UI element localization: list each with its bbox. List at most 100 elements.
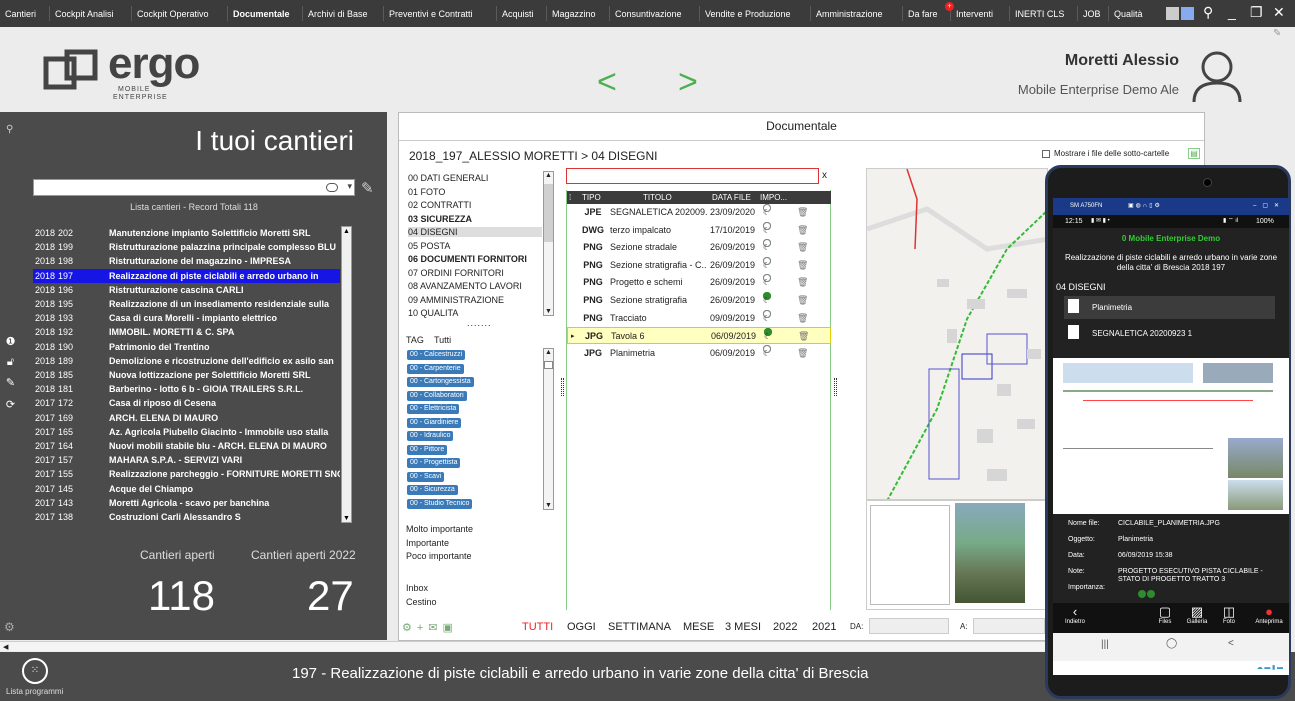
app-icon-1[interactable] bbox=[1166, 7, 1179, 20]
tag-pill[interactable]: 00 - Pittore bbox=[407, 444, 448, 455]
phone-file-item-1[interactable]: Planimetria bbox=[1064, 296, 1275, 319]
lock-icon[interactable]: 🔓︎ bbox=[4, 356, 17, 369]
restore-icon[interactable]: ❐ bbox=[1250, 4, 1263, 21]
tag-pill[interactable]: 00 - Collaboratori bbox=[407, 390, 467, 401]
trash-icon[interactable]: 🗑︎ bbox=[797, 257, 808, 274]
minimize-icon[interactable]: _ bbox=[1228, 4, 1236, 20]
tag-scrollbar[interactable]: ▲ ▼ bbox=[543, 348, 554, 510]
folder-item[interactable]: 02 CONTRATTI bbox=[408, 200, 471, 210]
menu-item-7[interactable]: Magazzino bbox=[552, 9, 596, 19]
file-row[interactable]: ▸ JPG Tavola 6 06/09/2019 ☾ 🗑︎ bbox=[567, 327, 831, 345]
file-row[interactable]: PNG Progetto e schemi 26/09/2019 ☾ 🗑︎ bbox=[567, 274, 831, 291]
phone-nav-0[interactable]: ‹ Indietro bbox=[1055, 605, 1095, 633]
tag-pill[interactable]: 00 - Idraulico bbox=[407, 431, 454, 441]
folder-item[interactable]: 06 DOCUMENTI FORNITORI bbox=[408, 254, 527, 264]
menu-item-12[interactable]: Interventi bbox=[956, 9, 993, 19]
folder-scrollbar[interactable]: ▲ ▼ bbox=[543, 171, 554, 316]
cantiere-row[interactable]: 2018 199 Ristrutturazione palazzina princi… bbox=[33, 240, 340, 254]
cantiere-row[interactable]: 2018 193 Casa di cura Morelli - impianto e… bbox=[33, 311, 340, 325]
info-icon[interactable]: ❶ bbox=[4, 336, 17, 349]
user-avatar-icon[interactable] bbox=[1190, 48, 1244, 104]
pin-icon[interactable]: ⚲ bbox=[6, 124, 13, 135]
file-row[interactable]: PNG Sezione stradale 26/09/2019 ☾ 🗑︎ bbox=[567, 239, 831, 256]
menu-item-9[interactable]: Vendite e Produzione bbox=[705, 9, 791, 19]
search-icon[interactable]: ⚲ bbox=[1203, 4, 1213, 21]
menu-item-14[interactable]: JOB bbox=[1083, 9, 1101, 19]
cantiere-row[interactable]: 2018 197 Realizzazione di piste ciclabili … bbox=[33, 268, 340, 283]
period-filter[interactable]: 2021 bbox=[812, 621, 836, 633]
folder-item[interactable]: 00 DATI GENERALI bbox=[408, 173, 488, 183]
date-to-input[interactable] bbox=[973, 618, 1045, 634]
period-filter[interactable]: SETTIMANA bbox=[608, 621, 671, 633]
phone-nav-3[interactable]: ◫ Foto bbox=[1209, 605, 1249, 633]
file-row[interactable]: PNG Sezione stratigrafia - C... 26/09/2019… bbox=[567, 256, 831, 274]
period-filter[interactable]: 2022 bbox=[773, 621, 797, 633]
col-date[interactable]: DATA FILE bbox=[712, 191, 751, 204]
col-type[interactable]: TIPO bbox=[582, 191, 601, 204]
tag-pill[interactable]: 00 - Progettista bbox=[407, 458, 461, 468]
subfolders-checkbox[interactable] bbox=[1042, 150, 1050, 158]
cantiere-row[interactable]: 2017 145 Acque del Chiampo bbox=[33, 482, 340, 496]
trash-icon[interactable]: 🗑︎ bbox=[797, 239, 808, 256]
trash-icon[interactable]: 🗑︎ bbox=[797, 292, 808, 309]
tag-pill[interactable]: 00 - Elettricista bbox=[407, 404, 460, 414]
next-arrow-icon[interactable]: > bbox=[678, 63, 698, 102]
period-filter[interactable]: OGGI bbox=[567, 621, 596, 633]
tag-pill[interactable]: 00 - Studio Tecnico bbox=[407, 498, 473, 509]
app-icon-2[interactable] bbox=[1181, 7, 1194, 20]
horizontal-scrollbar[interactable]: ◀ bbox=[0, 641, 1045, 651]
home-icon[interactable]: ◯ bbox=[1166, 638, 1177, 649]
splitter-left[interactable] bbox=[561, 378, 564, 396]
settings-icon[interactable]: ⚙ bbox=[4, 620, 15, 634]
cantiere-row[interactable]: 2017 157 MAHARA S.P.A. - SERVIZI VARI bbox=[33, 453, 340, 467]
inbox-link[interactable]: Inbox bbox=[406, 583, 428, 593]
period-filter[interactable]: TUTTI bbox=[522, 621, 553, 633]
trash-icon[interactable]: 🗑︎ bbox=[797, 345, 808, 362]
pencil-icon[interactable]: ✎ bbox=[4, 377, 17, 390]
close-icon[interactable]: ✕ bbox=[1273, 4, 1285, 21]
file-row[interactable]: JPG Planimetria 06/09/2019 ☾ 🗑︎ bbox=[567, 344, 831, 362]
folder-item[interactable]: 07 ORDINI FORNITORI bbox=[408, 268, 504, 278]
menu-item-3[interactable]: Documentale bbox=[233, 9, 290, 19]
pin-icon[interactable]: ✎ bbox=[1273, 28, 1281, 39]
cantiere-row[interactable]: 2017 164 Nuovi mobili stabile blu - ARCH. … bbox=[33, 439, 340, 453]
edit-icon[interactable]: ✎ bbox=[361, 179, 374, 197]
recent-apps-icon[interactable]: ||| bbox=[1101, 639, 1109, 650]
export-icon[interactable]: ▤ bbox=[1188, 148, 1200, 159]
column-pin-icon[interactable]: ⁞ bbox=[569, 191, 571, 204]
folder-item[interactable]: 04 DISEGNI bbox=[408, 227, 542, 237]
menu-item-8[interactable]: Consuntivazione bbox=[615, 9, 682, 19]
tag-pill[interactable]: 00 - Scavi bbox=[407, 471, 445, 482]
tag-pill[interactable]: 00 - Carpenterie bbox=[407, 363, 464, 374]
programs-icon[interactable]: ⁙ bbox=[22, 658, 48, 684]
folder-item[interactable]: 09 AMMINISTRAZIONE bbox=[408, 295, 504, 305]
cantiere-row[interactable]: 2018 202 Manutenzione impianto Solettifici… bbox=[33, 226, 340, 240]
file-search-input[interactable] bbox=[566, 168, 819, 184]
phone-nav-4[interactable]: ● Anteprima bbox=[1249, 605, 1289, 633]
cantiere-row[interactable]: 2017 138 Costruzioni Carli Alessandro S bbox=[33, 510, 340, 524]
toggle-icon[interactable] bbox=[326, 183, 338, 192]
clear-search-icon[interactable]: x bbox=[822, 170, 827, 181]
cantiere-row[interactable]: 2017 155 Realizzazione parcheggio - FORNIT… bbox=[33, 467, 340, 481]
scroll-left-icon[interactable]: ◀ bbox=[3, 643, 8, 651]
drawing-preview-image[interactable] bbox=[866, 500, 1048, 610]
window-controls-icons[interactable]: –▢✕ bbox=[1253, 198, 1285, 215]
file-row[interactable]: DWG terzo impalcato 17/10/2019 ☾ 🗑︎ bbox=[567, 221, 831, 239]
cantiere-row[interactable]: 2017 143 Moretti Agricola - scavo per banc… bbox=[33, 496, 340, 510]
cantiere-row[interactable]: 2017 172 Casa di riposo di Cesena bbox=[33, 396, 340, 410]
menu-item-15[interactable]: Qualità bbox=[1114, 9, 1143, 19]
cantiere-row[interactable]: 2018 185 Nuova lottizzazione per Solettifi… bbox=[33, 368, 340, 382]
cantieri-search-input[interactable]: ▾ bbox=[33, 179, 355, 196]
cantiere-row[interactable]: 2018 195 Realizzazione di un insediamento … bbox=[33, 297, 340, 311]
importance-filter[interactable]: Poco importante bbox=[406, 551, 472, 561]
programs-label[interactable]: Lista programmi bbox=[6, 687, 63, 696]
folder-item[interactable]: 05 POSTA bbox=[408, 241, 450, 251]
cantiere-row[interactable]: 2018 189 Demolizione e ricostruzione dell'… bbox=[33, 354, 340, 368]
period-filter[interactable]: MESE bbox=[683, 621, 714, 633]
menu-item-5[interactable]: Preventivi e Contratti bbox=[389, 9, 473, 19]
chevron-down-icon[interactable]: ▾ bbox=[347, 181, 352, 192]
cantiere-row[interactable]: 2018 196 Ristrutturazione cascina CARLI bbox=[33, 283, 340, 297]
trash-icon[interactable]: 🗑︎ bbox=[797, 310, 808, 327]
list-scrollbar[interactable]: ▲ ▼ bbox=[341, 226, 352, 523]
phone-preview-image[interactable] bbox=[1053, 358, 1289, 514]
